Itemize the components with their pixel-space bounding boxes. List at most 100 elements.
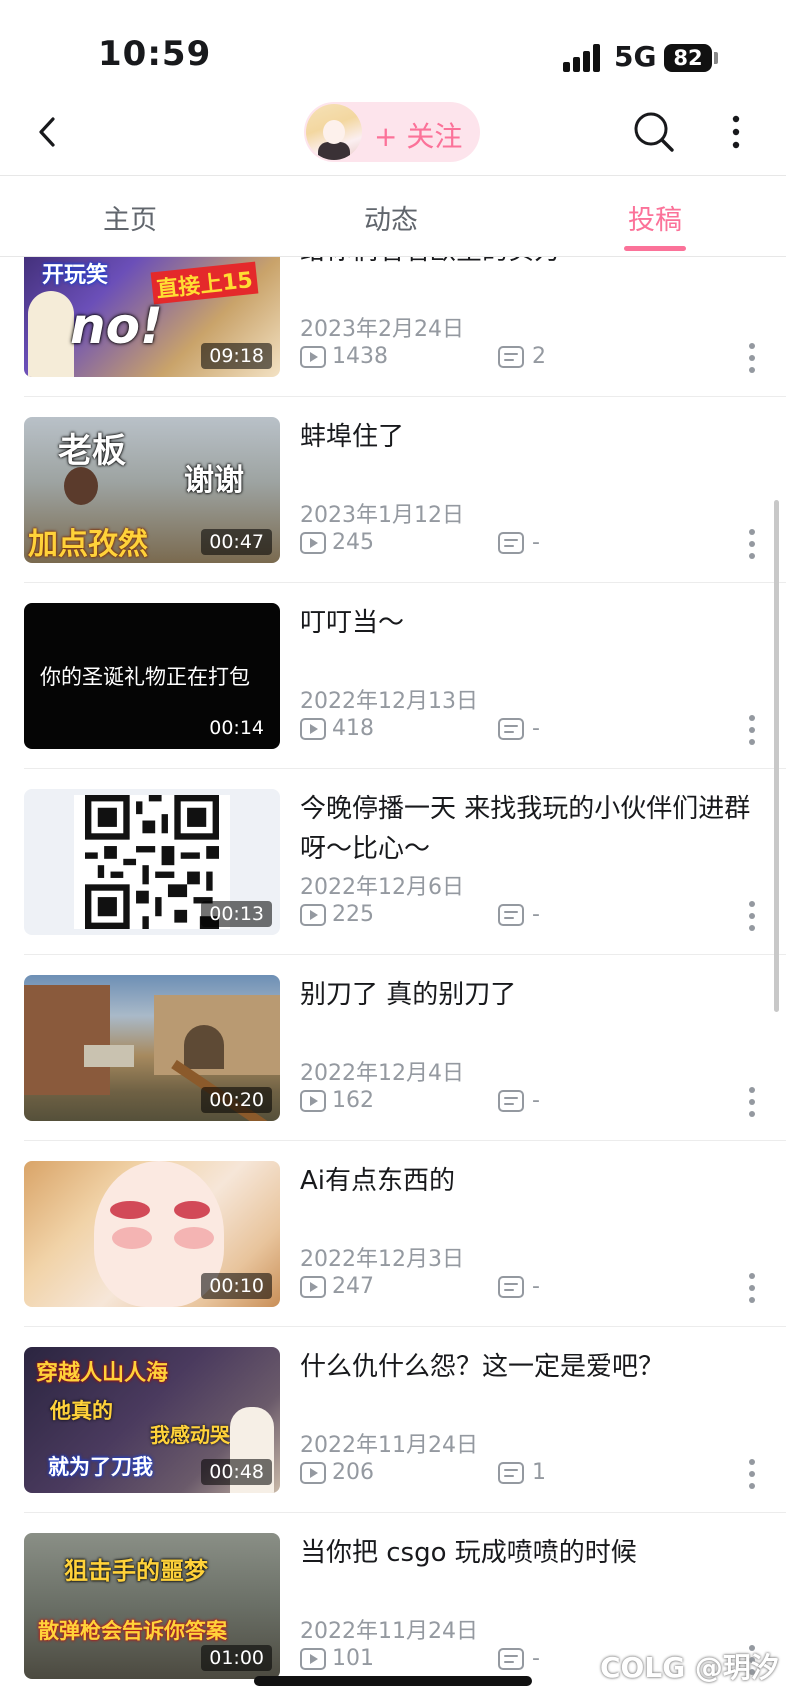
- play-count: 1438: [300, 344, 388, 372]
- comment-icon: [498, 346, 524, 368]
- play-count-icon: [300, 904, 326, 926]
- video-more-icon[interactable]: [746, 527, 758, 561]
- play-count-value: 1438: [332, 344, 388, 369]
- comment-count-value: -: [532, 902, 540, 927]
- play-count-icon: [300, 1090, 326, 1112]
- video-date: 2023年2月24日: [300, 317, 464, 342]
- video-more-icon[interactable]: [746, 713, 758, 747]
- status-bar: 10:59 5G 82: [0, 0, 786, 100]
- video-title[interactable]: 蚌埠住了: [300, 417, 760, 457]
- video-thumbnail[interactable]: 00:10: [24, 1161, 280, 1307]
- profile-header: + 关注: [0, 100, 786, 176]
- play-count: 101: [300, 1646, 374, 1674]
- video-date: 2022年11月24日: [300, 1433, 478, 1458]
- play-count-icon: [300, 346, 326, 368]
- video-date: 2022年12月3日: [300, 1247, 464, 1272]
- comment-count-value: -: [532, 716, 540, 741]
- play-count-value: 206: [332, 1460, 374, 1485]
- video-item[interactable]: 00:10 Ai有点东西的 2022年12月3日 247 -: [0, 1141, 786, 1327]
- comment-count-value: -: [532, 1646, 540, 1671]
- play-count-value: 245: [332, 530, 374, 555]
- video-more-icon[interactable]: [746, 899, 758, 933]
- comment-count: -: [498, 530, 540, 558]
- video-item[interactable]: 00:13 今晚停播一天 来找我玩的小伙伴们进群呀～比心～ 2022年12月6日…: [0, 769, 786, 955]
- scrollbar[interactable]: [774, 500, 779, 1012]
- play-count-icon: [300, 532, 326, 554]
- battery-level: 82: [664, 44, 712, 72]
- video-duration: 00:48: [201, 1459, 272, 1485]
- video-title[interactable]: 别刀了 真的别刀了: [300, 975, 760, 1015]
- play-count: 247: [300, 1274, 374, 1302]
- thumbnail-caption: 他真的: [50, 1399, 113, 1423]
- comment-count: -: [498, 902, 540, 930]
- video-title[interactable]: 今晚停播一天 来找我玩的小伙伴们进群呀～比心～: [300, 789, 760, 869]
- play-count: 245: [300, 530, 374, 558]
- video-title[interactable]: 叮叮当～: [300, 603, 760, 643]
- video-thumbnail[interactable]: 你的圣诞礼物正在打包 00:14: [24, 603, 280, 749]
- video-list: 开玩笑 直接上15 no! 09:18 给你们看看欧皇的实力 2023年2月24…: [0, 257, 786, 1704]
- profile-tabs: 主页 动态 投稿: [0, 176, 786, 256]
- video-title[interactable]: 什么仇什么怨？这一定是爱吧？: [300, 1347, 760, 1387]
- play-count-icon: [300, 1276, 326, 1298]
- comment-count-value: -: [532, 530, 540, 555]
- video-item[interactable]: 开玩笑 直接上15 no! 09:18 给你们看看欧皇的实力 2023年2月24…: [0, 257, 786, 397]
- thumbnail-caption: 开玩笑: [42, 263, 109, 288]
- comment-count: -: [498, 1646, 540, 1674]
- play-count: 162: [300, 1088, 374, 1116]
- comment-count-value: 2: [532, 344, 546, 369]
- video-date: 2023年1月12日: [300, 503, 464, 528]
- search-icon[interactable]: [632, 110, 676, 154]
- comment-count: -: [498, 1274, 540, 1302]
- home-indicator[interactable]: [254, 1676, 532, 1686]
- more-options-icon[interactable]: [724, 112, 748, 152]
- play-count-value: 247: [332, 1274, 374, 1299]
- play-count-icon: [300, 1462, 326, 1484]
- video-thumbnail[interactable]: 00:20: [24, 975, 280, 1121]
- video-item[interactable]: 老板 谢谢 加点孜然 00:47 蚌埠住了 2023年1月12日 245 -: [0, 397, 786, 583]
- comment-icon: [498, 1462, 524, 1484]
- active-tab-indicator: [624, 246, 686, 251]
- video-more-icon[interactable]: [746, 341, 758, 375]
- comment-icon: [498, 718, 524, 740]
- video-duration: 00:47: [201, 529, 272, 555]
- video-title[interactable]: Ai有点东西的: [300, 1161, 760, 1201]
- video-title[interactable]: 给你们看看欧皇的实力: [300, 257, 760, 271]
- video-thumbnail[interactable]: 开玩笑 直接上15 no! 09:18: [24, 257, 280, 377]
- thumbnail-caption: 谢谢: [184, 463, 244, 498]
- video-duration: 00:13: [201, 901, 272, 927]
- video-duration: 00:10: [201, 1273, 272, 1299]
- comment-icon: [498, 532, 524, 554]
- comment-count: 2: [498, 344, 546, 372]
- comment-count-value: 1: [532, 1460, 546, 1485]
- video-thumbnail[interactable]: 穿越人山人海 他真的 我感动哭了 就为了刀我 00:48: [24, 1347, 280, 1493]
- video-more-icon[interactable]: [746, 1271, 758, 1305]
- comment-icon: [498, 904, 524, 926]
- thumbnail-caption: 直接上15: [150, 261, 259, 305]
- thumbnail-caption: 穿越人山人海: [36, 1361, 169, 1386]
- watermark: COLG @玥汐: [600, 1651, 779, 1684]
- video-item[interactable]: 00:20 别刀了 真的别刀了 2022年12月4日 162 -: [0, 955, 786, 1141]
- video-more-icon[interactable]: [746, 1457, 758, 1491]
- play-count-value: 101: [332, 1646, 374, 1671]
- back-icon[interactable]: [30, 114, 66, 150]
- video-item[interactable]: 你的圣诞礼物正在打包 00:14 叮叮当～ 2022年12月13日 418 -: [0, 583, 786, 769]
- video-thumbnail[interactable]: 狙击手的噩梦 散弹枪会告诉你答案 01:00: [24, 1533, 280, 1679]
- video-item[interactable]: 穿越人山人海 他真的 我感动哭了 就为了刀我 00:48 什么仇什么怨？这一定是…: [0, 1327, 786, 1513]
- follow-label: + 关注: [374, 120, 463, 153]
- tab-home[interactable]: 主页: [50, 198, 210, 237]
- play-count-value: 418: [332, 716, 374, 741]
- network-type: 5G: [614, 40, 657, 73]
- video-more-icon[interactable]: [746, 1085, 758, 1119]
- signal-strength-icon: [563, 44, 603, 72]
- video-title[interactable]: 当你把 csgo 玩成喷喷的时候: [300, 1533, 760, 1573]
- play-count-icon: [300, 1648, 326, 1670]
- video-thumbnail[interactable]: 00:13: [24, 789, 280, 935]
- follow-button[interactable]: + 关注: [304, 102, 480, 162]
- comment-icon: [498, 1276, 524, 1298]
- play-count: 418: [300, 716, 374, 744]
- video-thumbnail[interactable]: 老板 谢谢 加点孜然 00:47: [24, 417, 280, 563]
- thumbnail-caption: 散弹枪会告诉你答案: [38, 1619, 227, 1643]
- tab-uploads[interactable]: 投稿: [575, 198, 735, 237]
- comment-count: -: [498, 1088, 540, 1116]
- tab-dynamics[interactable]: 动态: [311, 198, 471, 237]
